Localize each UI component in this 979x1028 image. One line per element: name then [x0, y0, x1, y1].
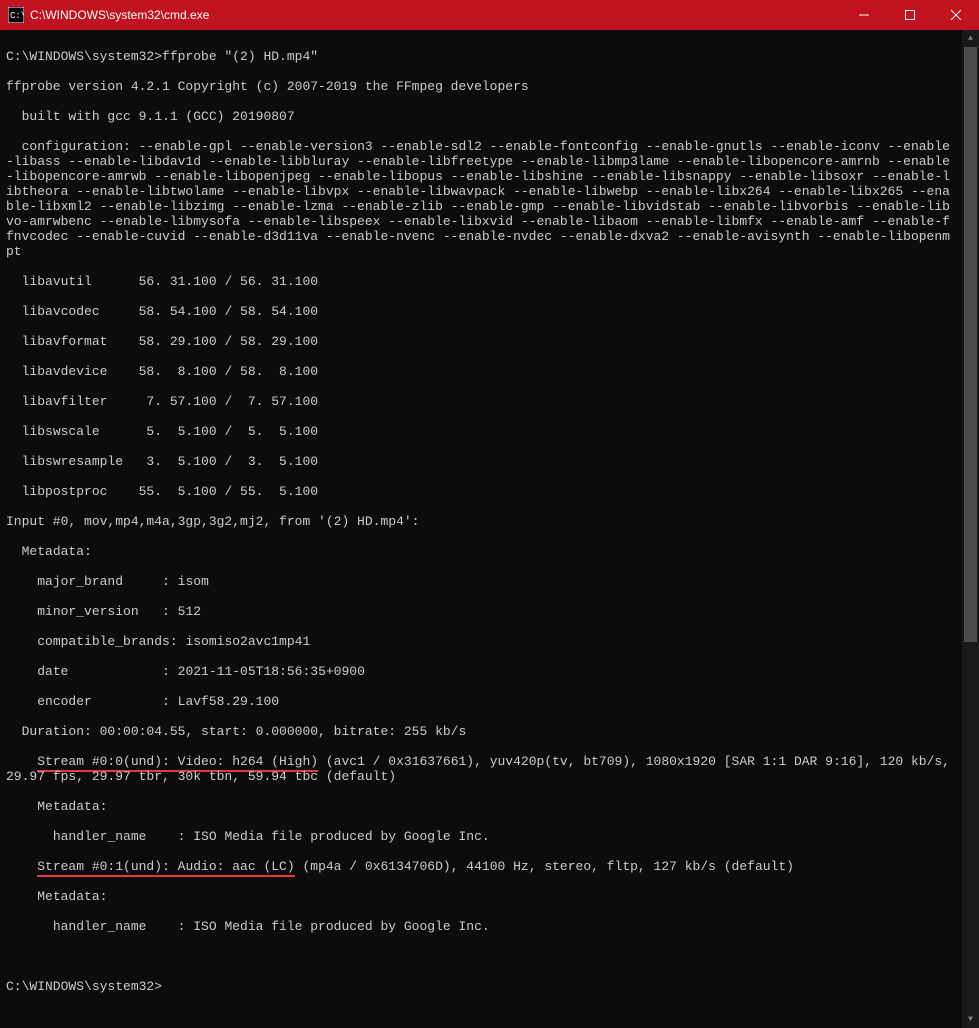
output-line: libswresample 3. 5.100 / 3. 5.100 — [6, 454, 956, 469]
svg-text:C:\: C:\ — [10, 11, 24, 21]
output-line: Input #0, mov,mp4,m4a,3gp,3g2,mj2, from … — [6, 514, 956, 529]
output-line: minor_version : 512 — [6, 604, 956, 619]
minimize-button[interactable] — [841, 0, 887, 30]
output-line: encoder : Lavf58.29.100 — [6, 694, 956, 709]
cmd-icon: C:\ — [8, 7, 24, 23]
scroll-up-icon[interactable]: ▲ — [962, 30, 979, 47]
prompt: C:\WINDOWS\system32> — [6, 979, 162, 994]
output-line: Metadata: — [6, 544, 956, 559]
output-line: Duration: 00:00:04.55, start: 0.000000, … — [6, 724, 956, 739]
output-line: built with gcc 9.1.1 (GCC) 20190807 — [6, 109, 956, 124]
output-line: Metadata: — [6, 889, 956, 904]
output-line: handler_name : ISO Media file produced b… — [6, 829, 956, 844]
window-title: C:\WINDOWS\system32\cmd.exe — [30, 8, 841, 22]
output-line: date : 2021-11-05T18:56:35+0900 — [6, 664, 956, 679]
scroll-down-icon[interactable]: ▼ — [962, 1011, 979, 1028]
output-line: libavfilter 7. 57.100 / 7. 57.100 — [6, 394, 956, 409]
output-line: ffprobe version 4.2.1 Copyright (c) 2007… — [6, 79, 956, 94]
output-line: compatible_brands: isomiso2avc1mp41 — [6, 634, 956, 649]
output-line: handler_name : ISO Media file produced b… — [6, 919, 956, 934]
output-line: libswscale 5. 5.100 / 5. 5.100 — [6, 424, 956, 439]
command-text: ffprobe "(2) HD.mp4" — [162, 49, 318, 64]
terminal-output[interactable]: C:\WINDOWS\system32>ffprobe "(2) HD.mp4"… — [0, 30, 962, 1028]
stream-video-line: Stream #0:0(und): Video: h264 (High) (av… — [6, 754, 956, 784]
output-line: libavutil 56. 31.100 / 56. 31.100 — [6, 274, 956, 289]
output-line: Metadata: — [6, 799, 956, 814]
output-line: major_brand : isom — [6, 574, 956, 589]
scrollbar-thumb[interactable] — [964, 47, 977, 642]
maximize-button[interactable] — [887, 0, 933, 30]
content-area: C:\WINDOWS\system32>ffprobe "(2) HD.mp4"… — [0, 30, 979, 1028]
output-line: libavcodec 58. 54.100 / 58. 54.100 — [6, 304, 956, 319]
window-controls — [841, 0, 979, 30]
output-line: configuration: --enable-gpl --enable-ver… — [6, 139, 956, 259]
output-line: libpostproc 55. 5.100 / 55. 5.100 — [6, 484, 956, 499]
cmd-window: C:\ C:\WINDOWS\system32\cmd.exe C:\WINDO… — [0, 0, 979, 660]
output-line: libavdevice 58. 8.100 / 58. 8.100 — [6, 364, 956, 379]
prompt: C:\WINDOWS\system32> — [6, 49, 162, 64]
stream-audio-line: Stream #0:1(und): Audio: aac (LC) (mp4a … — [6, 859, 956, 874]
output-line: libavformat 58. 29.100 / 58. 29.100 — [6, 334, 956, 349]
stream-audio-highlight: Stream #0:1(und): Audio: aac (LC) — [37, 859, 294, 877]
titlebar[interactable]: C:\ C:\WINDOWS\system32\cmd.exe — [0, 0, 979, 30]
vertical-scrollbar[interactable]: ▲ ▼ — [962, 30, 979, 1028]
close-button[interactable] — [933, 0, 979, 30]
